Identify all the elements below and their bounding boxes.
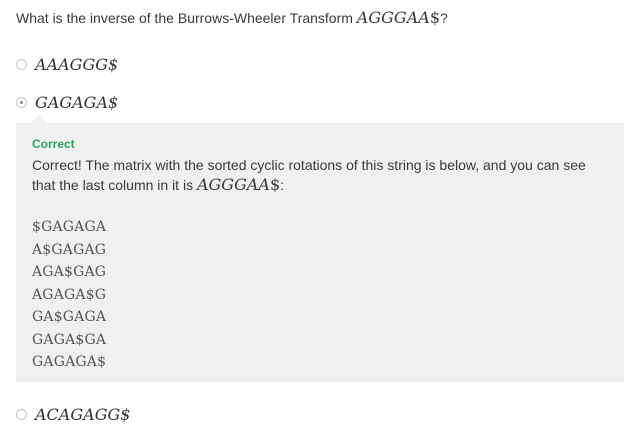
feedback-math: AGGGAA	[196, 175, 270, 194]
question-math-suffix: $	[429, 8, 440, 27]
radio-unchecked-icon[interactable]	[16, 408, 27, 420]
rotation-row: A$GAGAG	[32, 241, 107, 258]
question-suffix: ?	[440, 10, 448, 26]
rotation-matrix: $GAGAGA A$GAGAG AGA$GAG AGAGA$G GA$GAGA …	[32, 216, 106, 374]
feedback-pointer-icon	[31, 115, 47, 123]
option-label[interactable]: ACAGAGG$	[35, 405, 130, 424]
option-aaaggg[interactable]: AAAGGG$	[16, 52, 118, 76]
question-math: AGGGAA	[356, 8, 430, 27]
feedback-panel: Correct Correct! The matrix with the sor…	[16, 123, 624, 382]
rotation-row: AGAGA$G	[32, 286, 107, 303]
question-text: What is the inverse of the Burrows-Wheel…	[16, 8, 448, 28]
feedback-status: Correct	[32, 137, 75, 151]
rotation-row: AGA$GAG	[32, 264, 107, 280]
option-gagaga[interactable]: GAGAGA$	[16, 90, 118, 114]
option-label[interactable]: AAAGGG$	[35, 55, 118, 74]
feedback-text-suffix: :	[280, 177, 285, 193]
rotation-row: GAGA$GA	[32, 331, 107, 348]
feedback-text: Correct! The matrix with the sorted cycl…	[32, 155, 608, 195]
radio-unchecked-icon[interactable]	[16, 58, 27, 70]
option-label[interactable]: GAGAGA$	[35, 93, 118, 112]
rotation-row: GAGAGA$	[32, 354, 107, 370]
option-acagagg[interactable]: ACAGAGG$	[16, 402, 130, 426]
rotation-row: GA$GAGA	[32, 309, 107, 325]
rotation-row: $GAGAGA	[32, 219, 107, 235]
feedback-math-suffix: $	[269, 175, 281, 194]
feedback-text-prefix: Correct! The matrix with the sorted cycl…	[32, 157, 586, 193]
question-prefix: What is the inverse of the Burrows-Wheel…	[16, 10, 357, 26]
radio-checked-icon[interactable]	[16, 96, 27, 108]
